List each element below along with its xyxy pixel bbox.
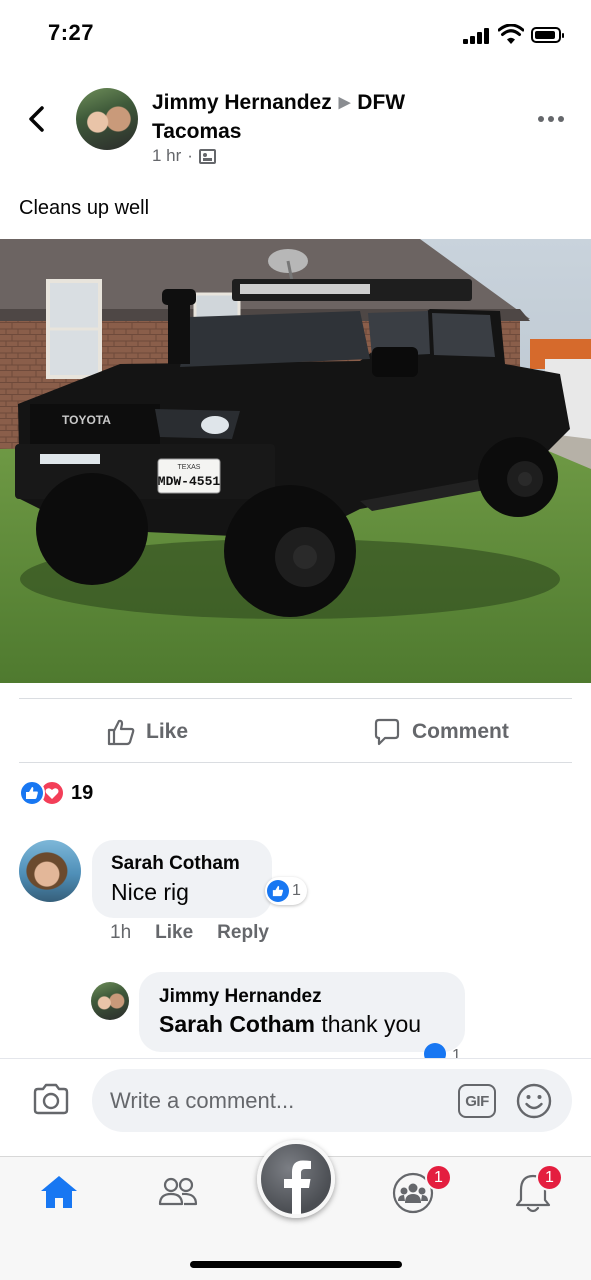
home-indicator[interactable]	[190, 1261, 402, 1268]
author-avatar[interactable]	[76, 88, 138, 150]
home-icon[interactable]	[39, 1172, 79, 1212]
comment-reaction-count: 1	[292, 882, 301, 899]
post-text: Cleans up well	[19, 197, 150, 219]
commenter-name[interactable]: Sarah Cotham	[111, 853, 272, 875]
gif-button[interactable]: GIF	[458, 1084, 496, 1118]
comment-icon	[374, 718, 400, 746]
arrow-right-icon: ▶	[338, 94, 351, 111]
emoji-icon[interactable]	[516, 1083, 552, 1119]
comment-like-button[interactable]: Like	[155, 922, 193, 944]
like-label: Like	[146, 720, 189, 743]
comment-time: 1h	[110, 922, 132, 943]
camera-icon[interactable]	[32, 1083, 70, 1115]
group-members-icon	[198, 148, 216, 164]
thumbs-up-icon	[107, 719, 135, 746]
post-meta: 1 hr ·	[152, 146, 216, 166]
post-time[interactable]: 1 hr	[152, 146, 181, 166]
friends-icon[interactable]	[157, 1172, 198, 1212]
plate-state-text: TEXAS	[178, 464, 201, 471]
reply-text: thank you	[321, 1011, 422, 1037]
battery-icon	[531, 27, 564, 43]
like-reaction-icon	[19, 780, 45, 806]
comment-input-container[interactable]	[92, 1069, 572, 1132]
divider	[19, 762, 572, 763]
comment-input[interactable]	[110, 1081, 440, 1121]
like-reaction-icon	[267, 880, 289, 902]
facebook-icon[interactable]	[257, 1140, 335, 1218]
reaction-count: 19	[71, 781, 94, 804]
divider	[19, 698, 572, 699]
comment-reaction-badge[interactable]: 1	[265, 877, 307, 905]
commenter-avatar[interactable]	[19, 840, 81, 902]
comment-actions: 1h Like Reply	[110, 922, 269, 944]
back-button[interactable]	[24, 104, 50, 134]
reply-bubble[interactable]: Jimmy Hernandez Sarah Cotham thank you	[139, 972, 465, 1052]
reply-avatar[interactable]	[91, 982, 129, 1020]
plate-number-text: MDW-4551	[158, 474, 221, 489]
status-time: 7:27	[48, 20, 95, 45]
groups-badge: 1	[425, 1164, 452, 1191]
wifi-icon	[497, 23, 525, 46]
truck-brand-text: TOYOTA	[62, 413, 111, 427]
comment-reply-button[interactable]: Reply	[217, 922, 269, 944]
comment-label: Comment	[412, 720, 509, 743]
reply-mention[interactable]: Sarah Cotham	[159, 1011, 315, 1037]
post-author-line: Jimmy Hernandez ▶ DFW Tacomas	[152, 89, 492, 145]
reaction-summary[interactable]: 19	[19, 780, 93, 806]
reply-author-name[interactable]: Jimmy Hernandez	[159, 986, 465, 1008]
comment-button[interactable]: Comment	[372, 712, 509, 752]
cellular-signal-icon	[463, 28, 491, 44]
notifications-badge: 1	[536, 1164, 563, 1191]
like-button[interactable]: Like	[106, 712, 188, 752]
reply-body: Sarah Cotham thank you	[159, 1011, 465, 1038]
comment-bubble[interactable]: Sarah Cotham Nice rig	[92, 840, 272, 918]
post-photo[interactable]: TOYOTA TEXAS MDW-4551	[0, 239, 591, 683]
author-name[interactable]: Jimmy Hernandez	[152, 91, 332, 114]
comment-text: Nice rig	[111, 879, 189, 905]
more-options-icon[interactable]	[538, 116, 568, 124]
